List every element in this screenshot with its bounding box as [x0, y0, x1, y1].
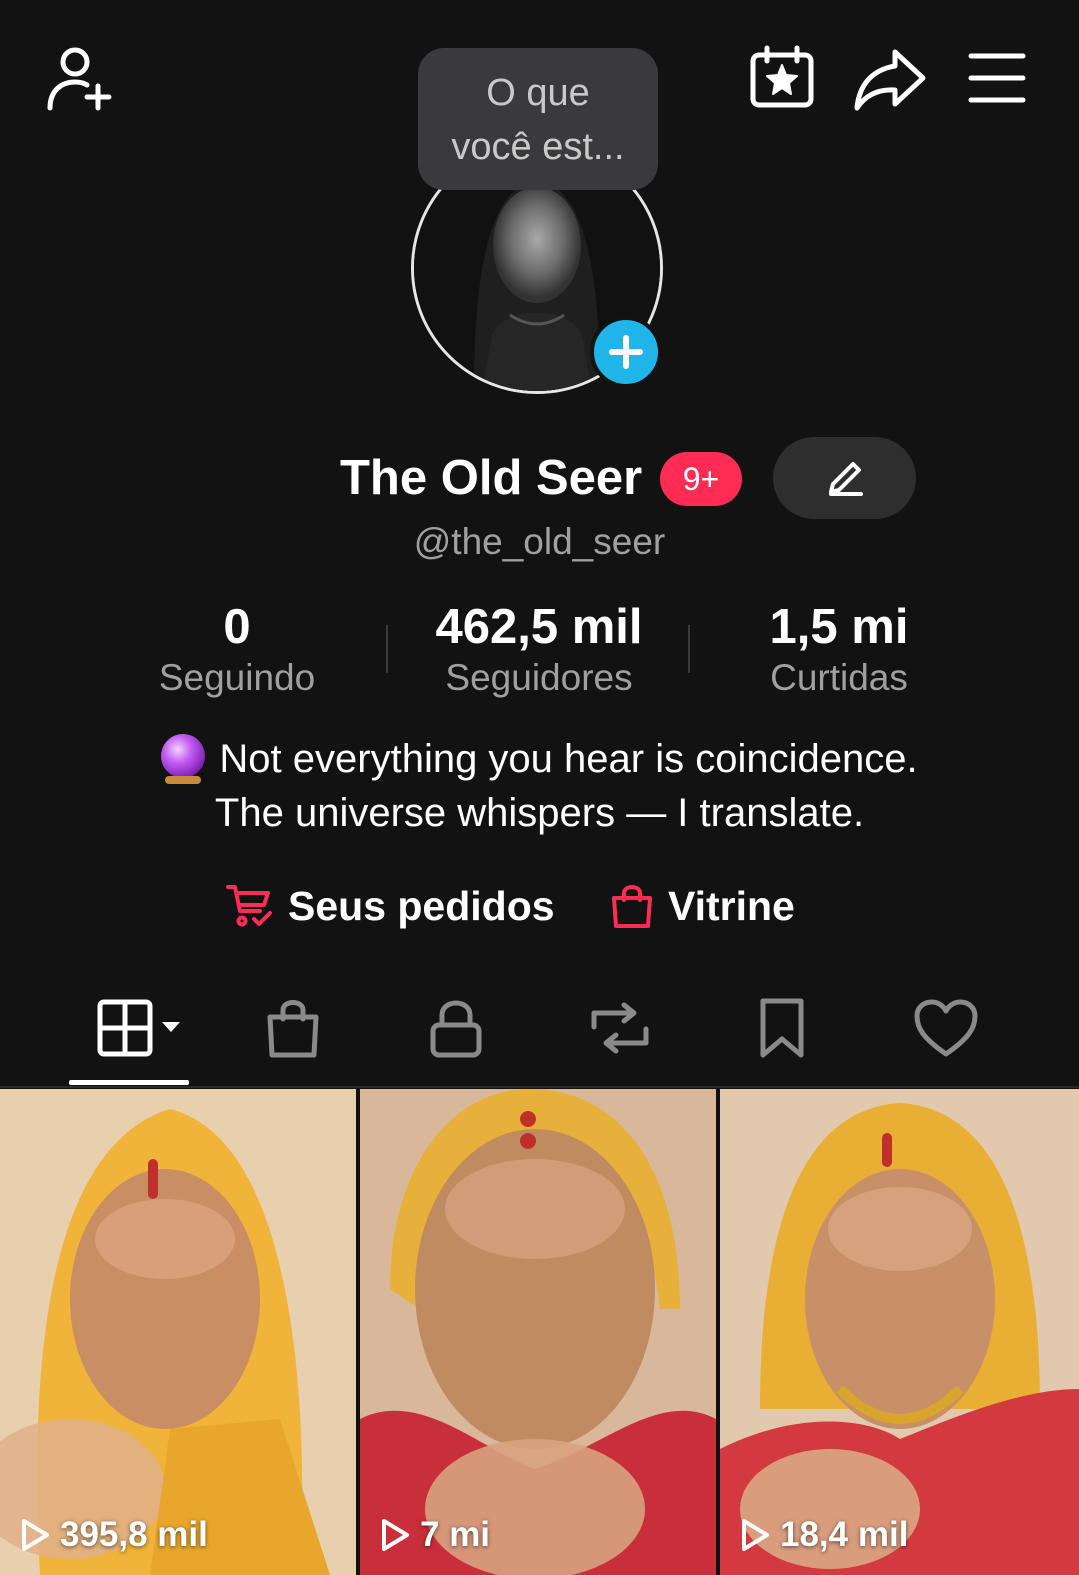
video-thumbnail-image [360, 1089, 716, 1575]
orders-link-label: Seus pedidos [288, 882, 555, 929]
stat-following-value: 0 [223, 600, 251, 654]
status-note-bubble[interactable]: O que você est... [418, 48, 658, 190]
tab-videos[interactable] [94, 995, 186, 1061]
tab-reposts[interactable] [585, 995, 655, 1061]
tab-saved[interactable] [756, 995, 808, 1061]
video-view-count: 7 mi [380, 1515, 490, 1555]
video-thumbnail[interactable]: 7 mi [360, 1089, 716, 1575]
video-thumbnail-image [720, 1089, 1079, 1575]
video-view-count-label: 18,4 mil [780, 1515, 909, 1554]
showcase-link[interactable]: Vitrine [610, 878, 795, 934]
video-thumbnail[interactable]: 395,8 mil [0, 1089, 356, 1575]
share-button[interactable] [852, 44, 928, 114]
orders-link[interactable]: Seus pedidos [226, 878, 555, 934]
stat-following[interactable]: 0 Seguindo [87, 598, 387, 700]
stat-likes[interactable]: 1,5 mi Curtidas [689, 598, 989, 700]
plus-icon [609, 335, 643, 369]
stat-followers-label: Seguidores [445, 657, 633, 698]
hamburger-menu-icon [968, 53, 1026, 103]
repost-icon [591, 1002, 649, 1054]
video-view-count: 395,8 mil [20, 1515, 208, 1555]
calendar-button[interactable] [748, 44, 816, 110]
showcase-link-label: Vitrine [668, 882, 795, 929]
calendar-star-icon [750, 45, 814, 108]
stat-followers-value: 462,5 mil [435, 600, 643, 654]
notification-badge[interactable]: 9+ [660, 452, 742, 506]
tab-liked[interactable] [912, 995, 980, 1061]
stat-likes-label: Curtidas [770, 657, 908, 698]
crystal-ball-icon [161, 734, 206, 784]
video-thumbnail-image [0, 1089, 356, 1575]
video-thumbnail[interactable]: 18,4 mil [720, 1089, 1079, 1575]
edit-profile-button[interactable] [773, 437, 916, 519]
pencil-icon [828, 462, 863, 496]
bio-line-2: The universe whispers — I translate. [214, 791, 865, 835]
add-story-button[interactable] [590, 316, 662, 388]
profile-handle: @the_old_seer [413, 521, 666, 562]
video-view-count: 18,4 mil [740, 1515, 908, 1555]
shopping-bag-icon [612, 885, 652, 928]
grid-icon [97, 999, 180, 1057]
stat-divider [386, 625, 388, 673]
tab-shop[interactable] [262, 995, 324, 1061]
lock-icon [430, 1000, 482, 1058]
stat-likes-value: 1,5 mi [769, 600, 909, 654]
play-icon [742, 1519, 769, 1551]
video-view-count-label: 7 mi [420, 1515, 491, 1554]
tabs-divider [0, 1086, 1079, 1088]
play-icon [382, 1519, 409, 1551]
add-friend-button[interactable] [40, 40, 120, 116]
menu-button[interactable] [966, 48, 1028, 108]
video-view-count-label: 395,8 mil [60, 1515, 208, 1554]
share-arrow-icon [854, 49, 926, 111]
profile-bio: Not everything you hear is coincidence. … [0, 732, 1079, 840]
play-icon [22, 1519, 49, 1551]
active-tab-indicator [69, 1080, 189, 1085]
cart-icon [226, 885, 272, 927]
person-plus-icon [47, 47, 112, 111]
heart-icon [914, 999, 978, 1057]
shopping-bag-icon [267, 1000, 319, 1058]
stat-followers[interactable]: 462,5 mil Seguidores [389, 598, 689, 700]
status-note-line-1: O que [486, 72, 590, 114]
bookmark-icon [760, 998, 804, 1058]
bio-line-1: Not everything you hear is coincidence. [219, 737, 918, 781]
stat-following-label: Seguindo [158, 657, 316, 698]
status-note-line-2: você est... [451, 126, 625, 168]
profile-name: The Old Seer [340, 451, 643, 505]
tab-private[interactable] [428, 995, 484, 1061]
